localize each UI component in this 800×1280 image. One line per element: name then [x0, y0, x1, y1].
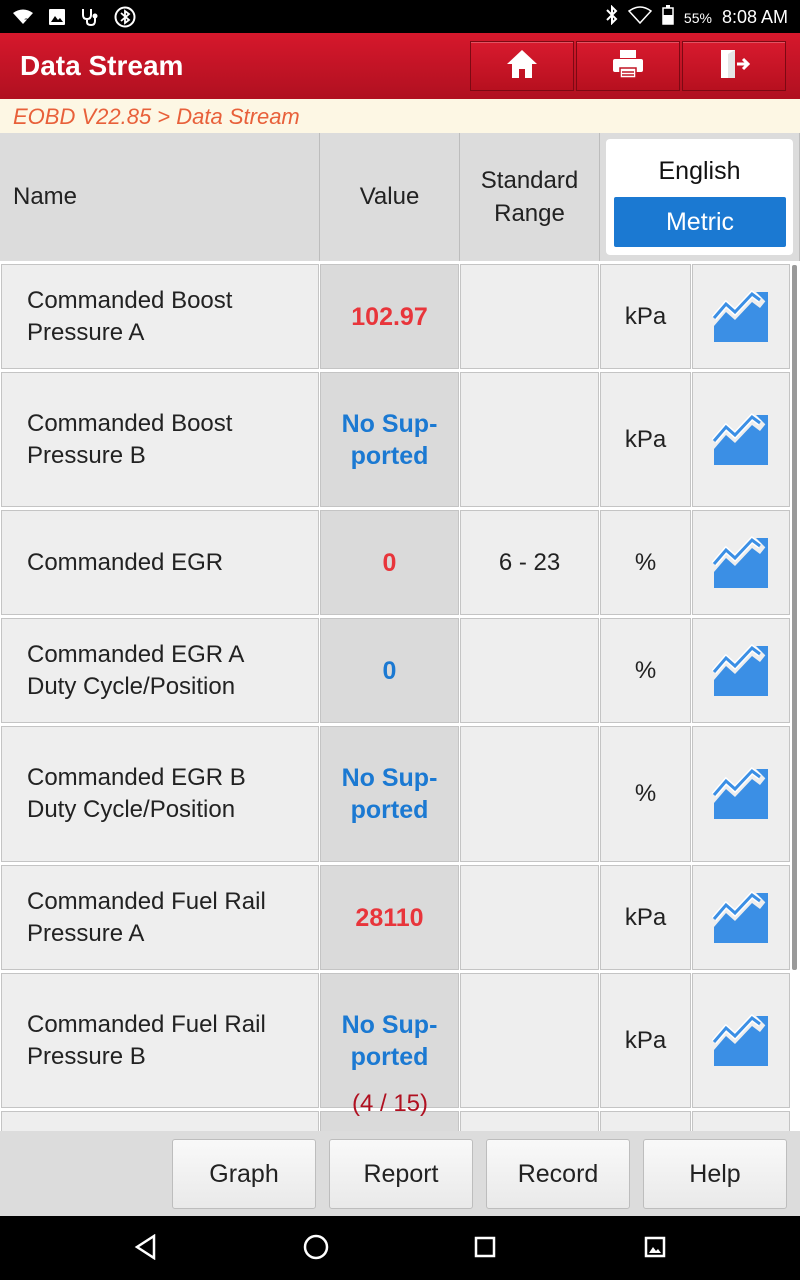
- trend-chart-icon: [712, 767, 768, 819]
- row-unit: kPa: [600, 372, 691, 507]
- trend-chart-icon: [712, 1013, 768, 1066]
- recents-icon[interactable]: [474, 1236, 496, 1263]
- table-row[interactable]: Commanded EGR A Duty Cycle/Position 0 %: [0, 615, 800, 723]
- svg-text:?: ?: [24, 18, 29, 26]
- record-button[interactable]: Record: [486, 1139, 630, 1209]
- row-name: Commanded Fuel Rail Pressure B: [1, 973, 319, 1108]
- stethoscope-icon: [80, 8, 100, 31]
- trend-chart-icon: [712, 535, 768, 588]
- row-unit: kPa: [600, 973, 691, 1108]
- clock: 8:08 AM: [721, 7, 788, 27]
- print-button[interactable]: [576, 41, 680, 91]
- row-name: Commanded EGR: [1, 510, 319, 615]
- row-name: Commanded EGR B Duty Cycle/Position: [1, 726, 319, 862]
- row-range: [460, 264, 599, 369]
- graph-toggle-button[interactable]: [692, 264, 790, 369]
- graph-toggle-button[interactable]: [692, 1111, 790, 1131]
- range-header-line1: Standard: [480, 167, 579, 194]
- table-row[interactable]: Commanded Fuel Rail Pressure B No Sup-por…: [0, 970, 800, 1108]
- page-title: Data Stream: [20, 50, 184, 81]
- row-value: 28110: [320, 865, 459, 970]
- trend-chart-icon: [712, 890, 768, 943]
- bluetooth-icon: [606, 4, 618, 30]
- bottom-action-bar: Graph Report Record Help: [0, 1131, 800, 1216]
- table-row[interactable]: Commanded Boost Pressure B No Sup-ported …: [0, 369, 800, 507]
- row-value: 0: [320, 618, 459, 723]
- row-range: 6 - 23: [460, 510, 599, 615]
- row-name: Commanded EGR A Duty Cycle/Position: [1, 618, 319, 723]
- row-unit: [600, 1111, 691, 1131]
- row-value: 102.97: [320, 264, 459, 369]
- row-unit: %: [600, 618, 691, 723]
- home-button[interactable]: [470, 41, 574, 91]
- row-name: Commanded Boost Pressure A: [1, 264, 319, 369]
- row-range: [460, 726, 599, 862]
- exit-icon: [717, 48, 751, 85]
- app-bar: Data Stream: [0, 33, 800, 99]
- battery-level: 55%: [683, 9, 712, 26]
- trend-chart-icon: [712, 643, 768, 696]
- wifi-icon: ?: [12, 8, 34, 31]
- graph-toggle-button[interactable]: [692, 865, 790, 970]
- exit-button[interactable]: [682, 41, 786, 91]
- screenshot-icon[interactable]: [644, 1236, 666, 1263]
- status-bar: ? 55% 8:08 AM: [0, 0, 800, 33]
- table-row[interactable]: Commanded Boost Pressure A 102.97 kPa: [0, 261, 800, 369]
- help-button[interactable]: Help: [643, 1139, 787, 1209]
- column-header-name: Name: [0, 133, 320, 261]
- row-range: [460, 618, 599, 723]
- bluetooth-circle-icon: [114, 6, 136, 33]
- row-unit: kPa: [600, 264, 691, 369]
- graph-toggle-button[interactable]: [692, 510, 790, 615]
- trend-chart-icon: [712, 289, 768, 342]
- system-nav-bar: [0, 1216, 800, 1280]
- graph-button[interactable]: Graph: [172, 1139, 316, 1209]
- scrollbar[interactable]: [792, 265, 797, 970]
- row-value: No Sup-ported: [320, 372, 459, 507]
- row-name: [1, 1111, 319, 1131]
- row-value: No Sup-ported: [320, 726, 459, 862]
- home-icon: [505, 48, 539, 85]
- row-name: Commanded Boost Pressure B: [1, 372, 319, 507]
- graph-toggle-button[interactable]: [692, 726, 790, 862]
- wifi-outline-icon: [627, 6, 653, 29]
- image-icon: [48, 8, 66, 31]
- row-range: [460, 973, 599, 1108]
- unit-english-option[interactable]: English: [606, 157, 793, 186]
- column-header-value: Value: [320, 133, 460, 261]
- row-range: [460, 865, 599, 970]
- row-value: No Sup-ported: [320, 973, 459, 1108]
- battery-icon: [662, 5, 674, 30]
- table-row[interactable]: Commanded EGR 0 6 - 23 %: [0, 507, 800, 615]
- trend-chart-icon: [712, 412, 768, 465]
- row-unit: %: [600, 510, 691, 615]
- row-unit: %: [600, 726, 691, 862]
- graph-toggle-button[interactable]: [692, 372, 790, 507]
- unit-metric-option[interactable]: Metric: [614, 197, 786, 247]
- graph-toggle-button[interactable]: [692, 973, 790, 1108]
- printer-icon: [611, 48, 645, 85]
- row-range: [460, 1111, 599, 1131]
- row-value: 0: [320, 510, 459, 615]
- graph-toggle-button[interactable]: [692, 618, 790, 723]
- report-button[interactable]: Report: [329, 1139, 473, 1209]
- range-header-line2: Range: [494, 200, 565, 227]
- table-row[interactable]: Commanded EGR B Duty Cycle/Position No Su…: [0, 723, 800, 862]
- data-stream-list[interactable]: Commanded Boost Pressure A 102.97 kPa Com…: [0, 261, 800, 1131]
- unit-toggle: English Metric: [606, 139, 793, 255]
- breadcrumb: EOBD V22.85 > Data Stream: [0, 99, 800, 133]
- back-icon[interactable]: [134, 1233, 158, 1265]
- home-nav-icon[interactable]: [303, 1234, 329, 1265]
- page-indicator: (4 / 15): [351, 1090, 429, 1117]
- row-range: [460, 372, 599, 507]
- table-row[interactable]: Commanded Fuel Rail Pressure A 28110 kPa: [0, 862, 800, 970]
- row-unit: kPa: [600, 865, 691, 970]
- column-header-standard-range: Standard Range: [460, 133, 600, 261]
- row-name: Commanded Fuel Rail Pressure A: [1, 865, 319, 970]
